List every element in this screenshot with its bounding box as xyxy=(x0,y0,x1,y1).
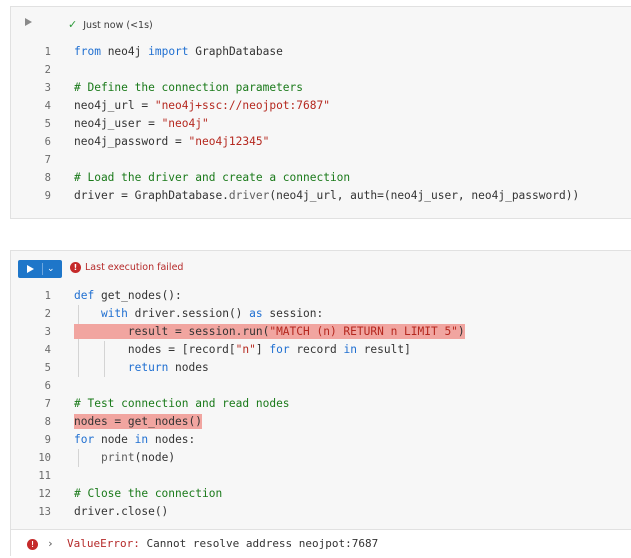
run-cell-play-icon[interactable] xyxy=(25,18,32,26)
code-line: 2 xyxy=(11,61,631,79)
code-line: 5 neo4j_user = "neo4j" xyxy=(11,115,631,133)
line-number: 5 xyxy=(44,362,51,374)
line-number: 7 xyxy=(44,398,51,410)
code-editor[interactable]: 1 from neo4j import GraphDatabase 2 3 # De… xyxy=(11,43,631,205)
code-line: 5 return nodes xyxy=(11,359,631,377)
code-text: with driver.session() as session: xyxy=(100,307,324,320)
code-line: 4 neo4j_url = "neo4j+ssc://neojpot:7687" xyxy=(11,97,631,115)
error-circle-icon: ! xyxy=(27,539,38,550)
code-line: 6 neo4j_password = "neo4j12345" xyxy=(11,133,631,151)
code-text: def get_nodes(): xyxy=(74,289,182,302)
code-line: 3 # Define the connection parameters xyxy=(11,79,631,97)
play-icon[interactable] xyxy=(27,265,34,273)
run-cell-button[interactable]: ⌄ xyxy=(18,260,62,278)
chevron-down-icon[interactable]: ⌄ xyxy=(47,260,55,278)
code-text: result = session.run("MATCH (n) RETURN n… xyxy=(74,324,465,339)
code-line: 6 xyxy=(11,377,631,395)
code-line: 9 for node in nodes: xyxy=(11,431,631,449)
line-number: 2 xyxy=(44,308,51,320)
status-text: Just now (<1s) xyxy=(83,20,153,31)
code-line: 8 nodes = get_nodes() xyxy=(11,413,631,431)
code-text: from neo4j import GraphDatabase xyxy=(74,45,283,58)
code-text: driver.close() xyxy=(74,505,169,518)
line-number: 4 xyxy=(44,100,51,112)
line-number: 6 xyxy=(44,380,51,392)
line-number: 8 xyxy=(44,416,51,428)
line-number: 11 xyxy=(38,470,51,482)
code-text: neo4j_password = "neo4j12345" xyxy=(74,135,270,148)
error-text: Cannot resolve address neojpot:7687 xyxy=(146,537,379,550)
code-line: 12 # Close the connection xyxy=(11,485,631,503)
code-line: 13 driver.close() xyxy=(11,503,631,521)
code-line: 8 # Load the driver and create a connecti… xyxy=(11,169,631,187)
line-number: 7 xyxy=(44,154,51,166)
code-text: driver = GraphDatabase.driver(neo4j_url,… xyxy=(74,189,580,202)
code-line: 4 nodes = [record["n"] for record in res… xyxy=(11,341,631,359)
line-number: 8 xyxy=(44,172,51,184)
code-text: neo4j_url = "neo4j+ssc://neojpot:7687" xyxy=(74,99,330,112)
code-text: for node in nodes: xyxy=(74,433,196,446)
error-type: ValueError: xyxy=(67,537,140,550)
line-number: 6 xyxy=(44,136,51,148)
code-line: 7 # Test connection and read nodes xyxy=(11,395,631,413)
error-output[interactable]: ! › ValueError: Cannot resolve address n… xyxy=(11,529,631,558)
checkmark-icon: ✓ xyxy=(68,18,78,31)
line-number: 3 xyxy=(44,326,51,338)
line-number: 1 xyxy=(44,46,51,58)
status-text: Last execution failed xyxy=(85,262,184,273)
code-line: 7 xyxy=(11,151,631,169)
line-number: 9 xyxy=(44,434,51,446)
line-number: 13 xyxy=(38,506,51,518)
code-text: nodes = get_nodes() xyxy=(74,414,202,429)
code-line: 11 xyxy=(11,467,631,485)
error-circle-icon: ! xyxy=(70,262,81,273)
line-number: 10 xyxy=(38,452,51,464)
code-line: 2 with driver.session() as session: xyxy=(11,305,631,323)
code-line: 9 driver = GraphDatabase.driver(neo4j_url… xyxy=(11,187,631,205)
code-text: return nodes xyxy=(127,361,209,374)
chevron-right-icon[interactable]: › xyxy=(47,537,54,550)
line-number: 12 xyxy=(38,488,51,500)
code-text: # Test connection and read nodes xyxy=(74,397,290,410)
line-number: 4 xyxy=(44,344,51,356)
line-number: 1 xyxy=(44,290,51,302)
code-line: 10 print(node) xyxy=(11,449,631,467)
button-divider xyxy=(42,263,43,275)
code-line: 1 from neo4j import GraphDatabase xyxy=(11,43,631,61)
code-line: 1 def get_nodes(): xyxy=(11,287,631,305)
code-text: # Define the connection parameters xyxy=(74,81,304,94)
cell-status: ! Last execution failed xyxy=(70,262,183,273)
error-message: ValueError: Cannot resolve address neojp… xyxy=(67,537,378,550)
line-number: 5 xyxy=(44,118,51,130)
code-cell-1[interactable]: ✓ Just now (<1s) 1 from neo4j import Grap… xyxy=(10,6,631,219)
cell-status: ✓ Just now (<1s) xyxy=(68,18,153,31)
line-number: 9 xyxy=(44,190,51,202)
code-text: print(node) xyxy=(100,451,176,464)
code-line: 3 result = session.run("MATCH (n) RETURN… xyxy=(11,323,631,341)
line-number: 2 xyxy=(44,64,51,76)
code-text: nodes = [record["n"] for record in resul… xyxy=(74,343,411,356)
code-text: # Load the driver and create a connectio… xyxy=(74,171,351,184)
code-text: # Close the connection xyxy=(74,487,223,500)
code-cell-2[interactable]: ⌄ ! Last execution failed 1 def get_nodes(… xyxy=(10,250,631,558)
code-text: neo4j_user = "neo4j" xyxy=(74,117,209,130)
code-editor[interactable]: 1 def get_nodes(): 2 with driver.session(… xyxy=(11,287,631,521)
line-number: 3 xyxy=(44,82,51,94)
